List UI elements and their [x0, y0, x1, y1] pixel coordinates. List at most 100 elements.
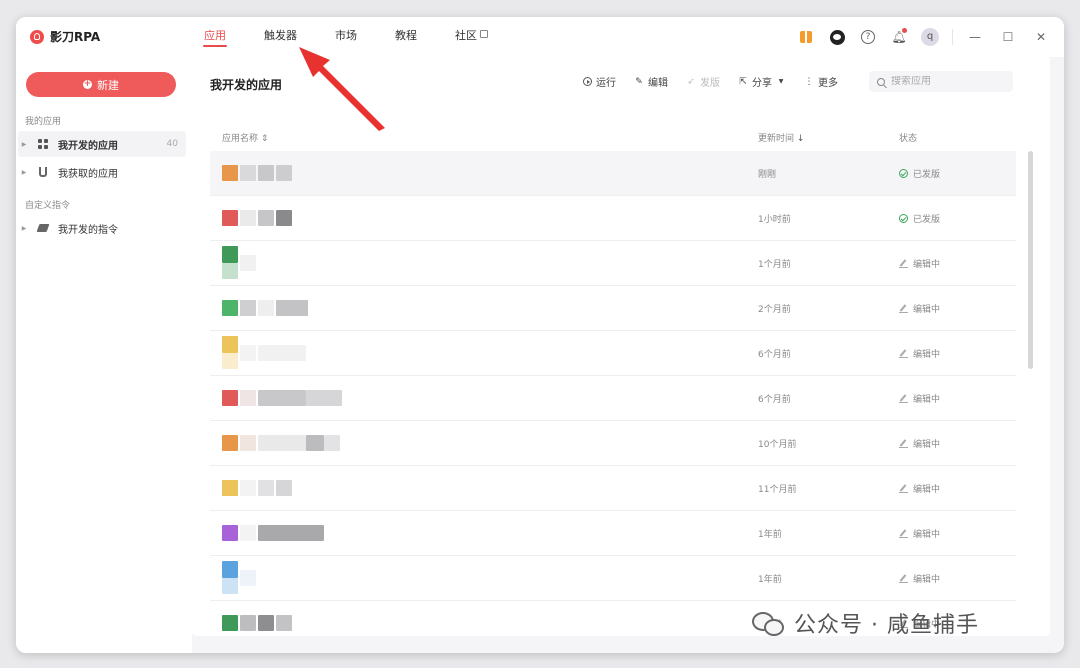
- column-header-name[interactable]: 应用名称 ⇕: [222, 131, 268, 144]
- apps-grid-icon: [36, 137, 50, 151]
- status-badge: 编辑中: [899, 392, 940, 405]
- blurred-app-name: [258, 615, 274, 631]
- more-button[interactable]: ⋮ 更多: [804, 74, 839, 90]
- status-badge: 编辑中: [899, 572, 940, 585]
- tab-triggers[interactable]: 触发器: [254, 17, 307, 57]
- blurred-app-name: [240, 165, 256, 181]
- table-row[interactable]: 刚刚 已发版: [210, 151, 1016, 196]
- send-icon: ➶: [687, 76, 695, 87]
- new-button-label: 新建: [97, 78, 119, 92]
- blurred-app-name: [240, 435, 256, 451]
- tab-community[interactable]: 社区: [445, 17, 498, 57]
- status-label: 编辑中: [913, 260, 941, 270]
- blurred-app-name: [240, 210, 256, 226]
- column-updated-label: 更新时间: [758, 134, 795, 144]
- table-row[interactable]: 1个月前 编辑中: [210, 241, 1016, 286]
- app-color-icon: [222, 336, 238, 353]
- sidebar-item-my-developed-apps[interactable]: ▶ 我开发的应用 40: [18, 131, 186, 157]
- tab-apps[interactable]: 应用: [194, 17, 236, 57]
- table-row[interactable]: 10个月前 编辑中: [210, 421, 1016, 466]
- blurred-app-name: [240, 255, 256, 271]
- theme-button[interactable]: [827, 27, 847, 47]
- top-nav: 应用 触发器 市场 教程 社区: [194, 17, 516, 57]
- pencil-icon: [899, 529, 908, 538]
- table-row[interactable]: 6个月前 编辑中: [210, 376, 1016, 421]
- status-label: 编辑中: [913, 440, 941, 450]
- watermark: 公众号 · 咸鱼捕手: [752, 607, 979, 639]
- notification-dot: [902, 28, 907, 33]
- table-row[interactable]: 1年前 编辑中: [210, 556, 1016, 601]
- gift-button[interactable]: [796, 27, 816, 47]
- titlebar-divider: [952, 29, 953, 45]
- blurred-app-name: [258, 435, 306, 451]
- updated-time: 刚刚: [758, 170, 777, 180]
- tab-tutorials[interactable]: 教程: [385, 17, 427, 57]
- share-label: 分享: [752, 78, 772, 89]
- status-label: 已发版: [913, 215, 941, 225]
- pencil-icon: [899, 259, 908, 268]
- sidebar-item-my-commands[interactable]: ▶ 我开发的指令: [18, 215, 186, 241]
- blurred-app-name: [276, 615, 292, 631]
- pencil-icon: [899, 484, 908, 493]
- app-color-icon-lower: [222, 578, 238, 594]
- titlebar-actions: ? 🔔︎ q — ☐ ✕: [785, 27, 1052, 47]
- new-button[interactable]: + 新建: [26, 72, 176, 97]
- blurred-app-name: [240, 390, 256, 406]
- status-badge: 编辑中: [899, 437, 940, 450]
- app-count-badge: 40: [166, 139, 178, 149]
- status-badge: 已发版: [899, 167, 940, 180]
- status-label: 编辑中: [913, 350, 941, 360]
- app-color-icon: [222, 165, 238, 181]
- brand: 影刀RPA: [30, 28, 100, 45]
- maximize-icon: ☐: [1002, 30, 1014, 44]
- column-header-updated[interactable]: 更新时间 ↓: [758, 131, 804, 144]
- close-button[interactable]: ✕: [1030, 27, 1052, 47]
- expand-caret-icon[interactable]: ▶: [18, 169, 30, 176]
- publish-label: 发版: [700, 78, 720, 89]
- logo-icon: [30, 29, 44, 44]
- table-row[interactable]: 1年前 编辑中: [210, 511, 1016, 556]
- user-button[interactable]: q: [920, 27, 940, 47]
- table-row[interactable]: 6个月前 编辑中: [210, 331, 1016, 376]
- share-icon: ⇱: [739, 76, 747, 87]
- app-color-icon-lower: [222, 263, 238, 279]
- pencil-icon: ✎: [635, 76, 643, 87]
- expand-caret-icon[interactable]: ▶: [18, 225, 30, 232]
- blurred-app-name: [240, 480, 256, 496]
- share-button[interactable]: ⇱ 分享 ▼: [738, 74, 786, 90]
- blurred-app-name: [306, 390, 342, 406]
- caret-down-icon: ▼: [778, 78, 784, 85]
- avatar: q: [921, 28, 939, 46]
- blurred-app-name: [258, 300, 274, 316]
- app-color-icon: [222, 210, 238, 226]
- blurred-app-name: [240, 615, 256, 631]
- more-label: 更多: [818, 78, 838, 89]
- expand-caret-icon[interactable]: ▶: [18, 141, 30, 148]
- app-table-body: 刚刚 已发版 1小时前 已发版 1个月前 编辑中 2个月前 编辑中 6个月前 编辑中 6个月前 编辑中…: [210, 151, 1016, 636]
- table-row[interactable]: 2个月前 编辑中: [210, 286, 1016, 331]
- status-label: 编辑中: [913, 305, 941, 315]
- status-badge: 编辑中: [899, 347, 940, 360]
- table-row[interactable]: 1小时前 已发版: [210, 196, 1016, 241]
- updated-time: 1小时前: [758, 215, 791, 225]
- tab-market[interactable]: 市场: [325, 17, 367, 57]
- pencil-icon: [899, 439, 908, 448]
- search-box[interactable]: [869, 71, 1013, 92]
- table-row[interactable]: 11个月前 编辑中: [210, 466, 1016, 511]
- blurred-app-name: [240, 300, 256, 316]
- layers-icon: [36, 221, 50, 235]
- search-input[interactable]: [891, 76, 1001, 87]
- section-custom-commands: 自定义指令: [25, 201, 71, 211]
- maximize-button[interactable]: ☐: [997, 27, 1019, 47]
- run-button[interactable]: 运行: [582, 74, 616, 89]
- section-my-apps: 我的应用: [25, 117, 62, 127]
- sidebar-item-acquired-apps[interactable]: ▶ 我获取的应用: [18, 159, 186, 185]
- app-color-icon: [222, 525, 238, 541]
- download-icon: [36, 165, 50, 179]
- help-button[interactable]: ?: [858, 27, 878, 47]
- edit-button[interactable]: ✎ 编辑: [634, 74, 668, 90]
- minimize-button[interactable]: —: [964, 27, 986, 47]
- publish-button[interactable]: ➶ 发版: [686, 74, 720, 90]
- notification-button[interactable]: 🔔︎: [889, 27, 909, 47]
- scrollbar[interactable]: [1028, 151, 1033, 369]
